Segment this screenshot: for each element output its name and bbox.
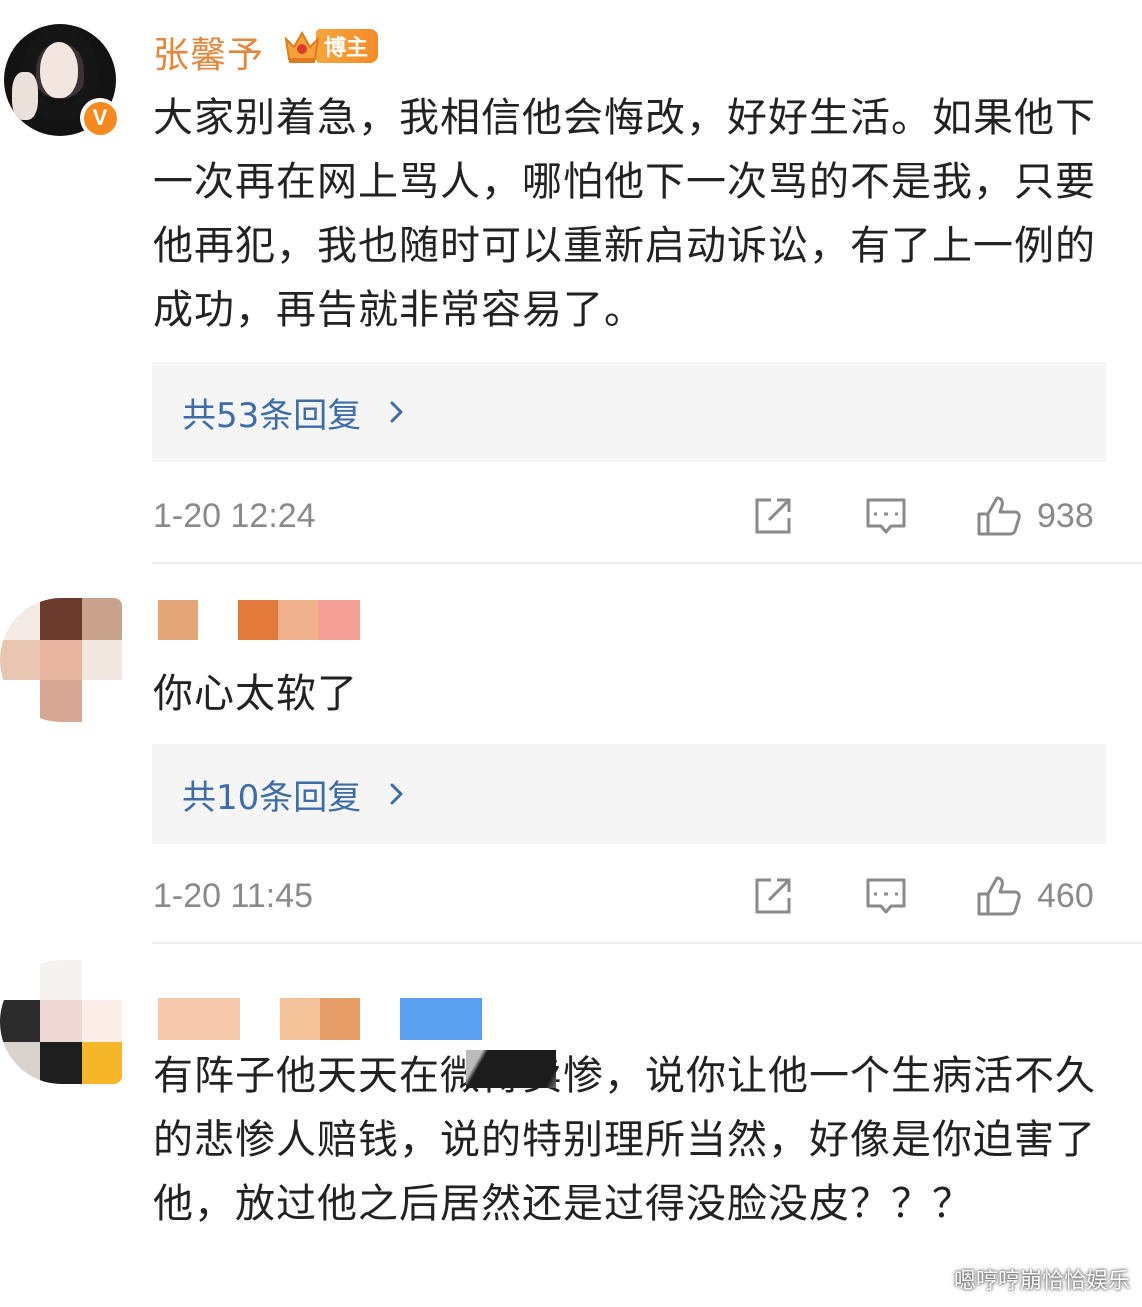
timestamp: 1-20 12:24 xyxy=(153,496,316,535)
replies-count-label: 共53条回复 xyxy=(182,395,362,436)
like-count: 938 xyxy=(1037,496,1094,535)
chevron-right-icon xyxy=(390,783,403,805)
comment-meta: 1-20 12:24 938 xyxy=(153,494,1107,538)
avatar[interactable] xyxy=(0,598,122,722)
comment-text: 有阵子他天天在微博卖惨，说你让他一个生病活不久的悲惨人赔钱，说的特别理所当然，好… xyxy=(153,1053,1096,1227)
replies-link[interactable]: 共10条回复 xyxy=(152,744,1106,844)
text-redaction xyxy=(466,1050,556,1088)
avatar[interactable] xyxy=(0,960,122,1084)
host-badge: 博主 xyxy=(282,26,379,66)
crown-icon xyxy=(284,30,320,63)
comment-text: 你心太软了 xyxy=(153,671,358,717)
watermark: 嗯哼哼崩恰恰娱乐 xyxy=(953,1269,1130,1294)
thumbs-up-icon xyxy=(977,496,1021,536)
timestamp: 1-20 11:45 xyxy=(153,876,314,915)
username-redacted[interactable] xyxy=(158,998,482,1040)
host-badge-label: 博主 xyxy=(316,29,379,63)
username-redacted[interactable] xyxy=(158,600,360,640)
replies-link[interactable]: 共53条回复 xyxy=(152,362,1106,462)
verified-badge-icon: V xyxy=(80,98,120,138)
share-icon[interactable] xyxy=(751,874,795,918)
comment-icon[interactable] xyxy=(863,494,909,538)
like-button[interactable]: 938 xyxy=(975,494,1094,538)
divider xyxy=(152,942,1142,944)
like-button[interactable]: 460 xyxy=(975,874,1094,918)
comment-meta: 1-20 11:45 460 xyxy=(153,874,1107,918)
divider xyxy=(152,562,1142,564)
chevron-right-icon xyxy=(390,401,403,423)
share-icon[interactable] xyxy=(751,494,795,538)
comment-text: 大家别着急，我相信他会悔改，好好生活。如果他下一次再在网上骂人，哪怕他下一次骂的… xyxy=(153,95,1096,333)
thumbs-up-icon xyxy=(977,876,1021,916)
replies-count-label: 共10条回复 xyxy=(182,777,362,818)
like-count: 460 xyxy=(1037,876,1094,915)
username[interactable]: 张馨予 xyxy=(153,26,264,78)
comment-icon[interactable] xyxy=(863,874,909,918)
